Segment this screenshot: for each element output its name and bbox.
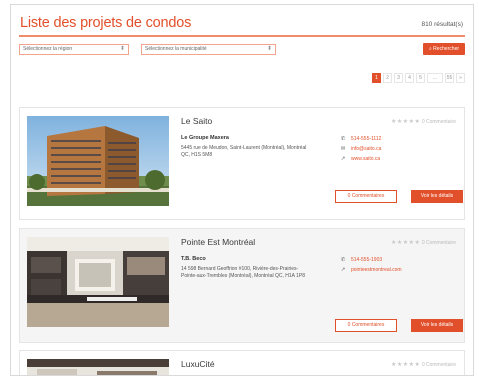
comment-count: 0 Commentaire <box>421 119 456 125</box>
phone-number[interactable]: 514-555-1112 <box>351 136 381 142</box>
phone-row: ✆ 514-555-1903 <box>340 257 382 263</box>
listing-title[interactable]: LuxuCité <box>181 359 215 369</box>
page-title: Liste des projets de condos <box>20 15 192 31</box>
listing-window: Liste des projets de condos 810 résultat… <box>10 4 474 376</box>
email-link[interactable]: info@saito.ca <box>351 146 381 152</box>
phone-icon: ✆ <box>340 257 346 263</box>
phone-number[interactable]: 514-555-1903 <box>351 257 382 263</box>
star-rating-icon: ★★★★★ <box>391 362 421 368</box>
email-row: ✉ info@saito.ca <box>340 146 382 152</box>
listing-photo[interactable] <box>27 359 169 375</box>
region-select-value: Sélectionnez la région <box>23 46 73 52</box>
pagination: 1 2 3 4 5 ... 55 » <box>372 73 465 83</box>
website-row: ↗ pointeestmontreal.com <box>340 267 402 273</box>
comment-count: 0 Commentaire <box>421 362 456 368</box>
page-link-5[interactable]: 5 <box>416 73 425 83</box>
star-rating-icon: ★★★★★ <box>391 240 421 246</box>
view-details-button[interactable]: Voir les détails <box>411 319 463 332</box>
email-icon: ✉ <box>340 146 346 152</box>
page-link-1[interactable]: 1 <box>372 73 381 83</box>
phone-row: ✆ 514-555-1112 <box>340 136 382 142</box>
rating: ★★★★★ 0 Commentaire <box>391 118 456 125</box>
website-link[interactable]: pointeestmontreal.com <box>351 267 402 273</box>
listing-title[interactable]: Pointe Est Montréal <box>181 237 255 247</box>
listing-address: 14 598 Bernard Geoffrion #100, Rivière-d… <box>181 266 306 279</box>
page-link-2[interactable]: 2 <box>383 73 392 83</box>
page-link-3[interactable]: 3 <box>394 73 403 83</box>
comments-button[interactable]: 0 Commentaires <box>335 319 397 332</box>
view-details-button[interactable]: Voir les détails <box>411 190 463 203</box>
developer-name: T.B. Beco <box>181 256 206 262</box>
page-link-next[interactable]: » <box>456 73 465 83</box>
page-ellipsis: ... <box>427 73 443 83</box>
municipality-select-value: Sélectionnez la municipalité <box>145 46 207 52</box>
external-link-icon: ↗ <box>340 267 346 273</box>
result-count: 810 résultat(s) <box>421 21 463 28</box>
comments-button[interactable]: 0 Commentaires <box>335 190 397 203</box>
chevron-down-icon: ⬍ <box>266 46 272 52</box>
rating: ★★★★★ 0 Commentaire <box>391 239 456 246</box>
search-button[interactable]: ⌕ Rechercher <box>423 43 465 55</box>
external-link-icon: ↗ <box>340 156 346 162</box>
listing-photo[interactable] <box>27 237 169 327</box>
website-row: ↗ www.saito.ca <box>340 156 381 162</box>
listing-card: LuxuCité ★★★★★ 0 Commentaire <box>19 350 465 375</box>
search-button-label: Rechercher <box>433 46 460 52</box>
listing-address: 5445 rue de Meudon, Saint-Laurent (Montr… <box>181 145 307 158</box>
rating: ★★★★★ 0 Commentaire <box>391 361 456 368</box>
region-select[interactable]: Sélectionnez la région ⬍ <box>19 44 129 55</box>
website-link[interactable]: www.saito.ca <box>351 156 380 162</box>
star-rating-icon: ★★★★★ <box>391 119 421 125</box>
title-divider <box>19 35 465 37</box>
comment-count: 0 Commentaire <box>421 240 456 246</box>
developer-name: Le Groupe Maxera <box>181 135 229 141</box>
listing-photo[interactable] <box>27 116 169 206</box>
municipality-select[interactable]: Sélectionnez la municipalité ⬍ <box>141 44 276 55</box>
phone-icon: ✆ <box>340 136 346 142</box>
page-link-last[interactable]: 55 <box>445 73 454 83</box>
listing-card: Pointe Est Montréal ★★★★★ 0 Commentaire … <box>19 228 465 343</box>
chevron-down-icon: ⬍ <box>119 46 125 52</box>
listing-card: Le Saito ★★★★★ 0 Commentaire Le Groupe M… <box>19 107 465 220</box>
listing-title[interactable]: Le Saito <box>181 116 212 126</box>
page-link-4[interactable]: 4 <box>405 73 414 83</box>
